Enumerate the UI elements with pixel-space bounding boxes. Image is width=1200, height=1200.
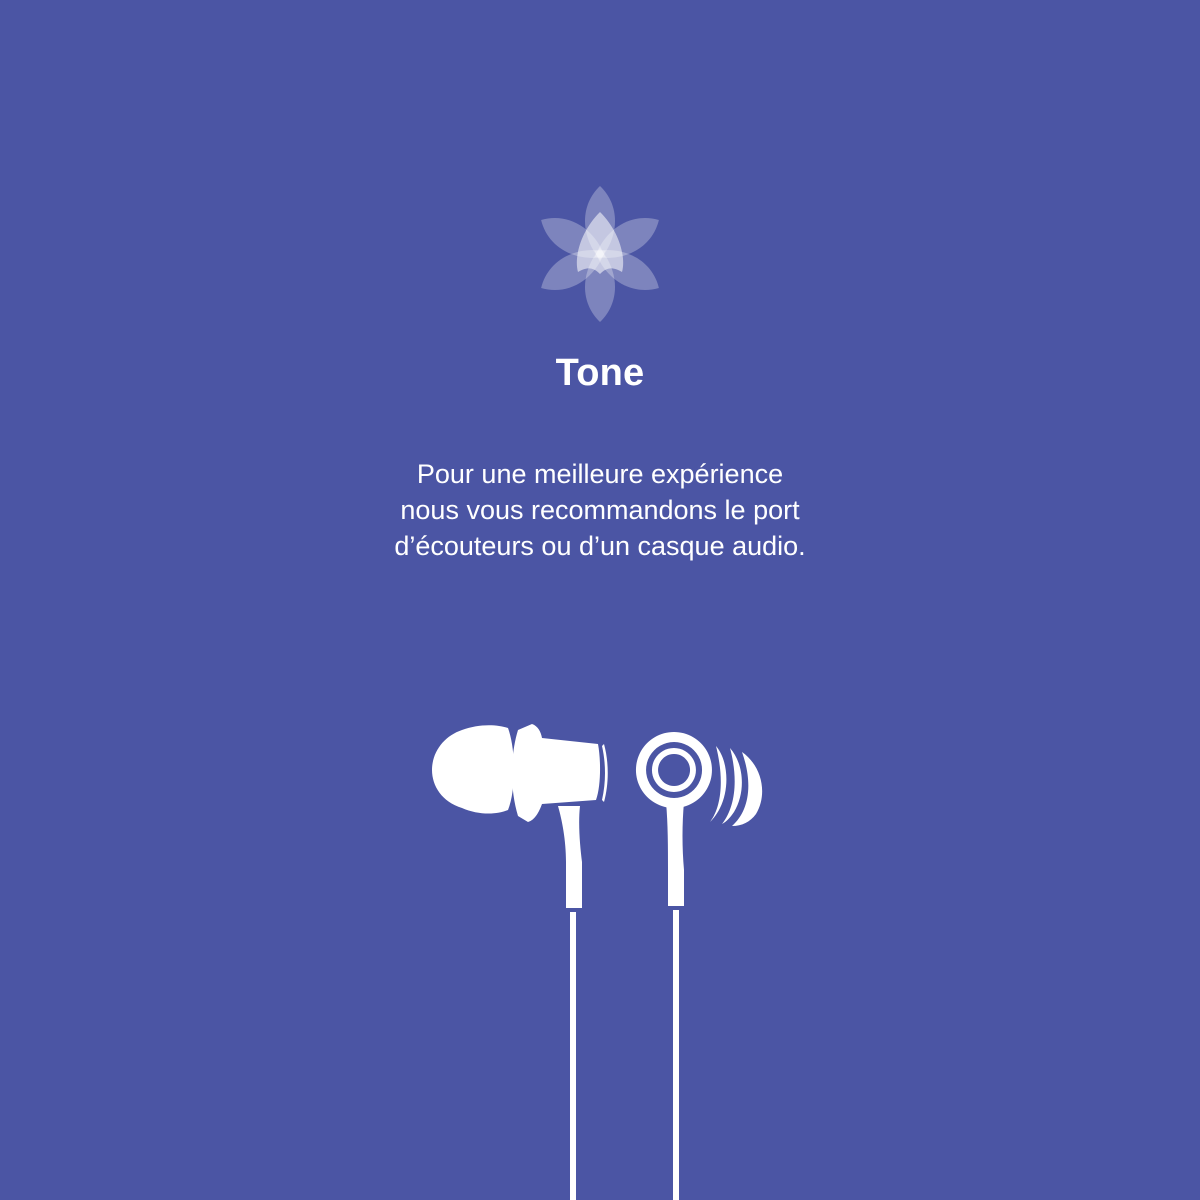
headphones-recommendation-message: Pour une meilleure expérience nous vous … — [300, 456, 900, 564]
app-logo-icon — [541, 186, 659, 322]
message-line: d’écouteurs ou d’un casque audio. — [394, 531, 806, 561]
app-title: Tone — [555, 352, 645, 394]
message-line: nous vous recommandons le port — [400, 495, 800, 525]
message-line: Pour une meilleure expérience — [416, 459, 784, 489]
earphones-icon — [432, 724, 763, 1200]
